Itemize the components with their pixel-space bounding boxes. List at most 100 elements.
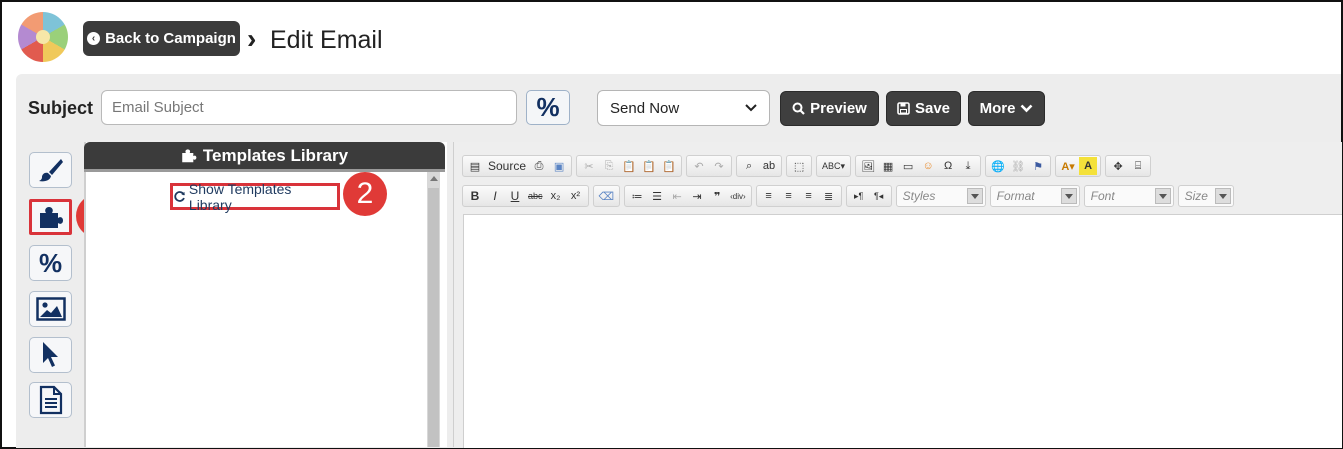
blockquote-icon[interactable]: ❞ <box>708 187 726 205</box>
preview-label: Preview <box>810 100 867 117</box>
chevron-right-icon: › <box>247 23 257 54</box>
background-color-icon[interactable]: A <box>1079 157 1098 175</box>
align-left-icon[interactable]: ≡ <box>760 187 778 205</box>
toolbar-group-basic-styles: B I U abc x₂ x² <box>462 185 589 207</box>
cut-icon[interactable]: ✂ <box>580 157 598 175</box>
text-color-icon[interactable]: A▾ <box>1059 157 1077 175</box>
send-option-select[interactable]: Send Now <box>597 90 770 126</box>
design-tool-button[interactable] <box>29 152 72 188</box>
div-container-icon[interactable]: ‹div› <box>728 187 748 205</box>
templates-header-divider <box>84 169 445 172</box>
paintbrush-icon <box>38 159 63 182</box>
images-tool-button[interactable] <box>29 291 72 327</box>
find-icon[interactable]: ⌕ <box>740 157 758 175</box>
font-dropdown[interactable]: Font <box>1083 185 1174 207</box>
maximize-icon[interactable]: ✥ <box>1109 157 1127 175</box>
show-blocks-icon[interactable]: ⌸ <box>1129 157 1147 175</box>
toolbar-group-document: ▤ Source ⎙ ▣ <box>462 155 573 177</box>
redo-icon[interactable]: ↷ <box>710 157 728 175</box>
editor-toolbar-row-1: ▤ Source ⎙ ▣ ✂ ⎘ 📋 📋 📋 ↶ ↷ ⌕ ab ⬚ ABC▾ 🖼… <box>462 154 1152 178</box>
format-dropdown[interactable]: Format <box>989 185 1080 207</box>
app-logo <box>18 12 68 62</box>
table-icon[interactable]: ▦ <box>879 157 897 175</box>
unlink-icon[interactable]: ⛓ <box>1009 157 1027 175</box>
floppy-disk-icon <box>897 102 910 115</box>
styles-dropdown[interactable]: Styles <box>895 185 986 207</box>
templates-scrollbar[interactable] <box>427 172 440 447</box>
italic-icon[interactable]: I <box>486 187 504 205</box>
dropdown-arrow-icon <box>1154 188 1171 204</box>
toolbar-group-links: 🌐 ⛓ ⚑ <box>985 155 1052 177</box>
paste-icon[interactable]: 📋 <box>620 157 638 175</box>
scrollbar-thumb[interactable] <box>428 188 439 447</box>
superscript-icon[interactable]: x² <box>567 187 585 205</box>
ltr-icon[interactable]: ▸¶ <box>850 187 868 205</box>
align-center-icon[interactable]: ≡ <box>780 187 798 205</box>
dropdown-arrow-icon <box>966 188 983 204</box>
paste-text-icon[interactable]: 📋 <box>640 157 658 175</box>
send-option-value: Send Now <box>610 99 680 117</box>
smiley-icon[interactable]: ☺ <box>919 157 937 175</box>
subject-input[interactable] <box>101 90 517 125</box>
copy-icon[interactable]: ⎘ <box>600 157 618 175</box>
insert-merge-field-button[interactable]: % <box>526 90 570 125</box>
anchor-flag-icon[interactable]: ⚑ <box>1029 157 1047 175</box>
document-tool-button[interactable] <box>29 382 72 418</box>
email-body-editor[interactable] <box>463 214 1342 448</box>
toolbar-group-spell: ABC▾ <box>816 155 852 177</box>
chevron-down-icon <box>1021 104 1033 113</box>
link-icon[interactable]: 🌐 <box>989 157 1007 175</box>
strikethrough-icon[interactable]: abc <box>526 187 545 205</box>
toolbar-group-remove-format: ⌫ <box>592 185 621 207</box>
dropdown-arrow-icon <box>1214 188 1231 204</box>
preview-button[interactable]: Preview <box>780 91 879 126</box>
subject-label: Subject <box>28 98 94 118</box>
rtl-icon[interactable]: ¶◂ <box>870 187 888 205</box>
underline-icon[interactable]: U <box>506 187 524 205</box>
toolbar-group-lists: ≔ ☰ ⇤ ⇥ ❞ ‹div› <box>624 185 752 207</box>
image-insert-icon[interactable]: 🖼 <box>859 157 877 175</box>
toolbar-group-align: ≡ ≡ ≡ ≣ <box>755 185 842 207</box>
bulleted-list-icon[interactable]: ☰ <box>648 187 666 205</box>
save-label: Save <box>914 100 951 117</box>
numbered-list-icon[interactable]: ≔ <box>628 187 646 205</box>
special-char-icon[interactable]: Ω <box>939 157 957 175</box>
save-icon[interactable]: ▣ <box>550 157 568 175</box>
callout-badge-2: 2 <box>343 172 387 216</box>
page-break-icon[interactable]: ⤓ <box>959 157 977 175</box>
horizontal-rule-icon[interactable]: ▭ <box>899 157 917 175</box>
bold-icon[interactable]: B <box>466 187 484 205</box>
justify-icon[interactable]: ≣ <box>820 187 838 205</box>
align-right-icon[interactable]: ≡ <box>800 187 818 205</box>
outdent-icon[interactable]: ⇤ <box>668 187 686 205</box>
spellcheck-icon[interactable]: ABC▾ <box>820 157 847 175</box>
merge-fields-tool-button[interactable]: % <box>29 245 72 281</box>
scroll-up-arrow-icon[interactable] <box>430 176 438 181</box>
size-dropdown[interactable]: Size <box>1177 185 1234 207</box>
paste-word-icon[interactable]: 📋 <box>660 157 678 175</box>
save-button[interactable]: Save <box>886 91 961 126</box>
select-tool-button[interactable] <box>29 337 72 373</box>
templates-tool-button[interactable] <box>29 199 72 235</box>
toolbar-group-find: ⌕ ab <box>736 155 783 177</box>
subscript-icon[interactable]: x₂ <box>547 187 565 205</box>
format-label: Format <box>996 189 1035 203</box>
toolbar-group-select: ⬚ <box>786 155 813 177</box>
size-label: Size <box>1184 189 1208 203</box>
print-icon[interactable]: ⎙ <box>530 157 548 175</box>
percent-icon: % <box>536 92 560 122</box>
source-button[interactable]: Source <box>486 157 528 175</box>
show-templates-library-link[interactable]: Show Templates Library <box>170 181 340 213</box>
undo-icon[interactable]: ↶ <box>690 157 708 175</box>
select-all-icon[interactable]: ⬚ <box>790 157 808 175</box>
eraser-icon[interactable]: ⌫ <box>597 187 617 205</box>
more-button[interactable]: More <box>968 91 1045 126</box>
image-icon <box>35 297 66 321</box>
indent-icon[interactable]: ⇥ <box>688 187 706 205</box>
toolbar-group-clipboard: ✂ ⎘ 📋 📋 📋 <box>576 155 683 177</box>
back-to-campaign-button[interactable]: ‹ Back to Campaign <box>83 21 240 56</box>
toolbar-group-tools: ✥ ⌸ <box>1105 155 1152 177</box>
page-title: Edit Email <box>270 26 383 54</box>
replace-icon[interactable]: ab <box>760 157 778 175</box>
templates-library-title: Templates Library <box>202 145 349 165</box>
